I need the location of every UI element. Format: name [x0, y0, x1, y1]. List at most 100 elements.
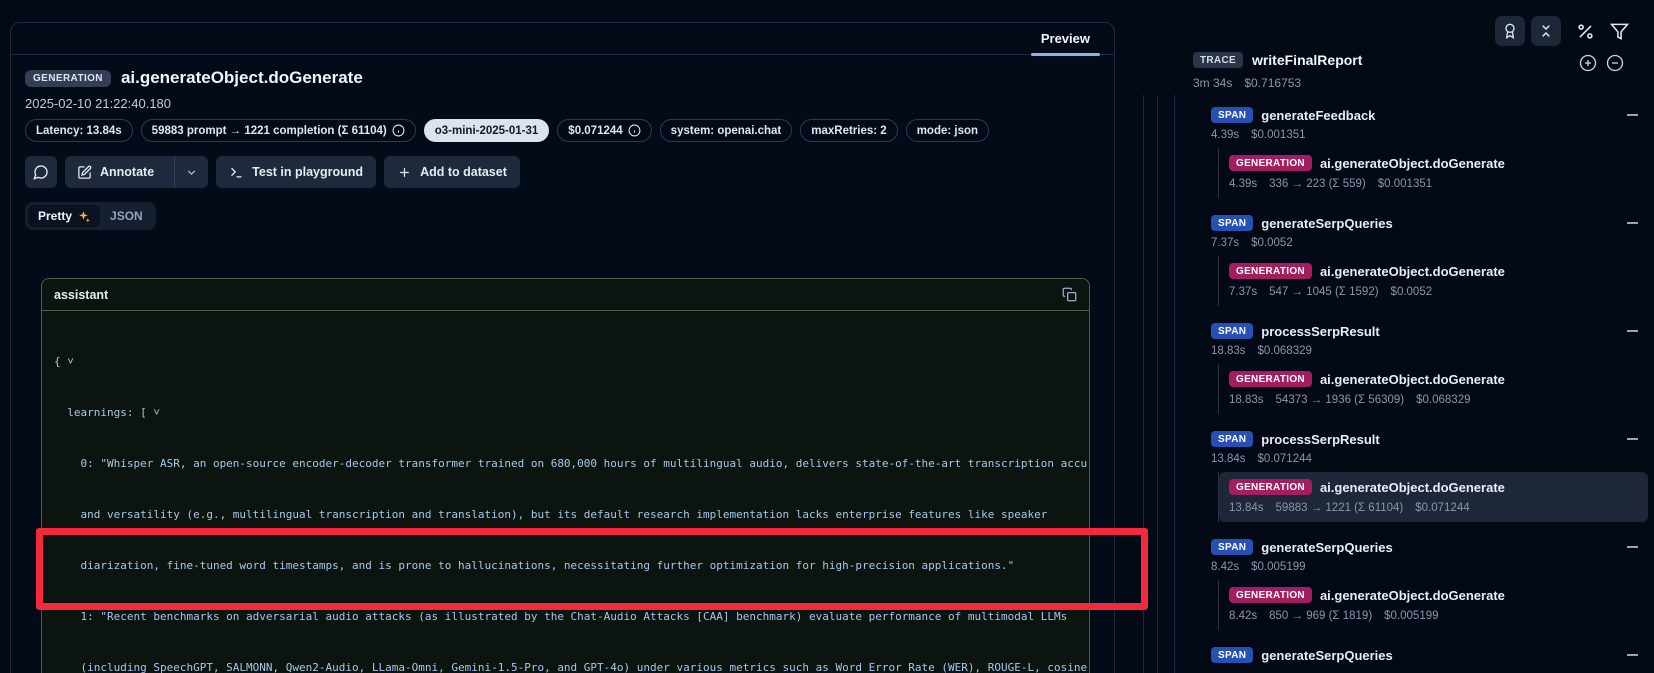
generation-cost: $0.0052: [1391, 286, 1433, 298]
generation-duration: 18.83s: [1229, 394, 1264, 406]
span-row[interactable]: SPAN generateFeedback: [1211, 104, 1648, 126]
sparkles-icon: [77, 210, 90, 223]
span-cost: $0.001351: [1251, 129, 1305, 141]
span-name: generateSerpQueries: [1261, 648, 1393, 663]
metadata-pill-row: Latency: 13.84s 59883 prompt → 1221 comp…: [25, 119, 1100, 142]
generation-row[interactable]: GENERATION ai.generateObject.doGenerate: [1229, 368, 1638, 390]
span-badge: SPAN: [1211, 431, 1253, 447]
generation-name: ai.generateObject.doGenerate: [1320, 264, 1505, 279]
annotate-main-segment[interactable]: Annotate: [65, 156, 166, 188]
actions-row: Annotate Test in playground Add to d: [25, 156, 1100, 188]
span-badge: SPAN: [1211, 647, 1253, 663]
tab-json[interactable]: JSON: [100, 205, 153, 227]
generation-badge: GENERATION: [1229, 587, 1312, 603]
edit-icon: [77, 165, 92, 180]
span-name: generateSerpQueries: [1261, 216, 1393, 231]
span-badge: SPAN: [1211, 539, 1253, 555]
span-duration: 4.39s: [1211, 129, 1239, 141]
trace-tree-sidebar: TRACE writeFinalReport 3m 34s $0.716753 …: [1130, 0, 1654, 673]
message-role-label: assistant: [54, 288, 108, 302]
add-to-dataset-button[interactable]: Add to dataset: [384, 156, 520, 188]
award-icon: [1502, 23, 1518, 39]
trace-badge: TRACE: [1193, 52, 1243, 68]
test-in-playground-button[interactable]: Test in playground: [216, 156, 376, 188]
json-output-viewer[interactable]: { ˅ learnings: [ ˅ 0: "Whisper ASR, an o…: [42, 311, 1089, 673]
comment-icon: [33, 164, 49, 180]
circle-plus-icon[interactable]: [1579, 54, 1597, 72]
collapse-node-icon[interactable]: [1626, 433, 1638, 445]
tab-active-underline: [1031, 53, 1100, 56]
nested-generation: GENERATION ai.generateObject.doGenerate …: [1218, 364, 1648, 414]
tree-span-item: SPAN generateSerpQueries 8.42s $0.005199…: [1211, 536, 1648, 630]
span-row[interactable]: SPAN processSerpResult: [1211, 320, 1648, 342]
collapse-node-icon[interactable]: [1626, 217, 1638, 229]
circle-minus-icon[interactable]: [1606, 54, 1624, 72]
plus-icon: [397, 165, 412, 180]
span-row[interactable]: SPAN generateSerpQueries: [1211, 644, 1648, 666]
collapse-node-icon[interactable]: [1626, 541, 1638, 553]
tree-zoom-controls: [1579, 54, 1624, 72]
scores-button[interactable]: [1495, 16, 1525, 46]
model-pill[interactable]: o3-mini-2025-01-31: [424, 119, 550, 142]
collapse-node-icon[interactable]: [1626, 109, 1638, 121]
observation-tree: SPAN generateFeedback 4.39s $0.001351 GE…: [1211, 104, 1648, 673]
tree-span-item: SPAN processSerpResult 18.83s $0.068329 …: [1211, 320, 1648, 414]
preview-tabbar: Preview: [11, 23, 1114, 55]
span-row[interactable]: SPAN generateSerpQueries: [1211, 536, 1648, 558]
span-badge: SPAN: [1211, 215, 1253, 231]
percent-icon: [1576, 22, 1595, 41]
generation-cost: $0.005199: [1384, 610, 1438, 622]
span-duration: 8.42s: [1211, 561, 1239, 573]
tab-pretty[interactable]: Pretty: [28, 205, 100, 227]
generation-tokens: 850 → 969 (Σ 1819): [1269, 610, 1372, 622]
generation-cost: $0.001351: [1378, 178, 1432, 190]
span-duration: 18.83s: [1211, 345, 1246, 357]
tree-indent-guide: [1157, 95, 1158, 673]
tree-span-item: SPAN generateSerpQueries 7.37s $0.0052 G…: [1211, 212, 1648, 306]
span-cost: $0.005199: [1251, 561, 1305, 573]
info-icon: [392, 124, 405, 137]
tree-indent-guide: [1143, 95, 1144, 673]
generation-row[interactable]: GENERATION ai.generateObject.doGenerate: [1229, 476, 1638, 498]
generation-name: ai.generateObject.doGenerate: [1320, 372, 1505, 387]
cost-pill[interactable]: $0.071244: [557, 119, 651, 142]
span-name: processSerpResult: [1261, 432, 1380, 447]
code-line: and versatility (e.g., multilingual tran…: [54, 506, 1077, 523]
max-retries-pill: maxRetries: 2: [800, 119, 897, 142]
observation-preview-panel: Preview GENERATION ai.generateObject.doG…: [10, 22, 1115, 673]
collapse-all-button[interactable]: [1531, 16, 1561, 46]
generation-tokens: 336 → 223 (Σ 559): [1269, 178, 1366, 190]
annotate-dropdown-segment[interactable]: [174, 156, 208, 188]
generation-duration: 8.42s: [1229, 610, 1257, 622]
copy-icon[interactable]: [1062, 287, 1077, 302]
mode-pill: mode: json: [906, 119, 989, 142]
generation-duration: 4.39s: [1229, 178, 1257, 190]
generation-duration: 13.84s: [1229, 502, 1264, 514]
generation-row[interactable]: GENERATION ai.generateObject.doGenerate: [1229, 152, 1638, 174]
code-line: (including SpeechGPT, SALMONN, Qwen2-Aud…: [54, 659, 1077, 673]
filter-button[interactable]: [1607, 19, 1631, 43]
collapse-node-icon[interactable]: [1626, 649, 1638, 661]
terminal-icon: [229, 165, 244, 180]
annotate-button[interactable]: Annotate: [65, 156, 208, 188]
output-format-tabs: Pretty JSON: [25, 202, 156, 230]
comment-button[interactable]: [25, 156, 57, 188]
metrics-toggle-button[interactable]: [1573, 19, 1597, 43]
generation-row[interactable]: GENERATION ai.generateObject.doGenerate: [1229, 260, 1638, 282]
generation-badge: GENERATION: [1229, 263, 1312, 279]
generation-name: ai.generateObject.doGenerate: [1320, 480, 1505, 495]
token-usage-pill[interactable]: 59883 prompt → 1221 completion (Σ 61104): [141, 119, 416, 142]
trace-duration: 3m 34s: [1193, 76, 1232, 90]
observation-timestamp: 2025-02-10 21:22:40.180: [25, 96, 1100, 111]
trace-metrics: 3m 34s $0.716753: [1193, 76, 1301, 90]
trace-root-row[interactable]: TRACE writeFinalReport: [1193, 52, 1362, 68]
tree-span-item: SPAN processSerpResult 13.84s $0.071244 …: [1211, 428, 1648, 522]
generation-row[interactable]: GENERATION ai.generateObject.doGenerate: [1229, 584, 1638, 606]
code-line: 0: "Whisper ASR, an open-source encoder-…: [54, 455, 1077, 472]
generation-cost: $0.068329: [1416, 394, 1470, 406]
collapse-node-icon[interactable]: [1626, 325, 1638, 337]
span-row[interactable]: SPAN generateSerpQueries: [1211, 212, 1648, 234]
tab-preview[interactable]: Preview: [1027, 23, 1104, 55]
code-line: 1: "Recent benchmarks on adversarial aud…: [54, 608, 1077, 625]
span-row[interactable]: SPAN processSerpResult: [1211, 428, 1648, 450]
